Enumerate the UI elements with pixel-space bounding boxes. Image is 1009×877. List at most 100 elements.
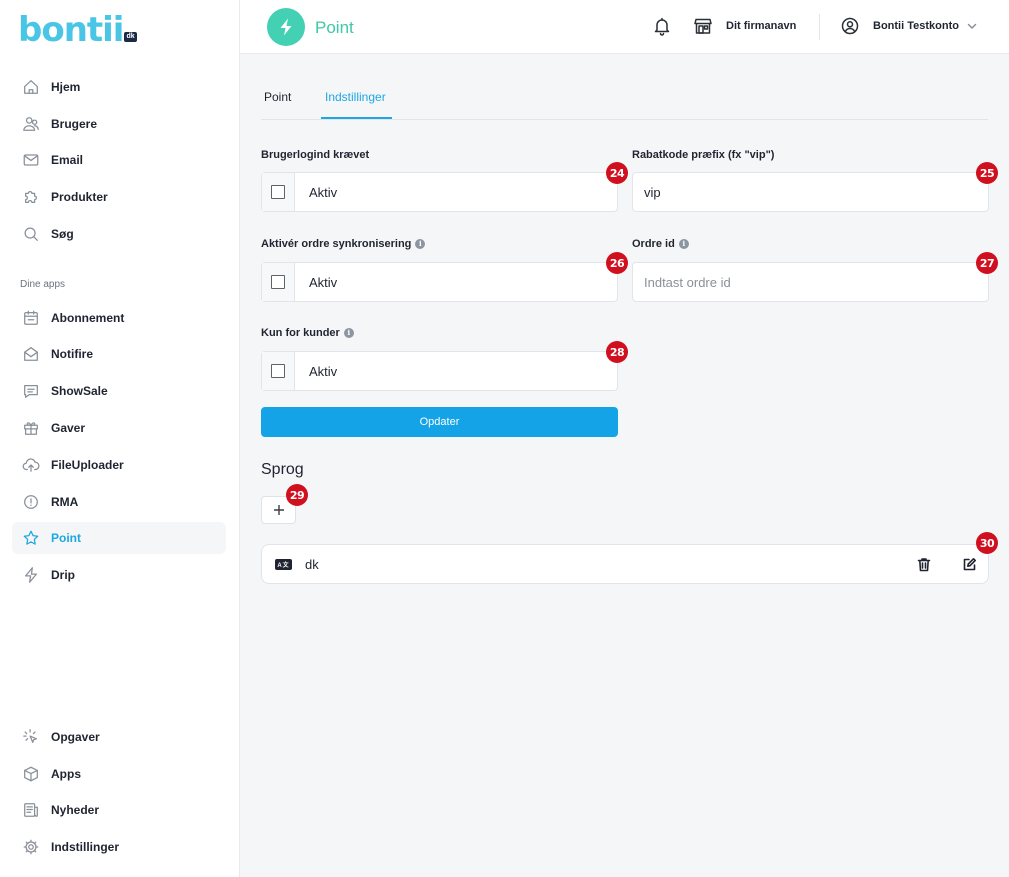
order-sync-text: Aktiv bbox=[309, 274, 338, 290]
annotation-badge: 29 bbox=[286, 484, 308, 506]
login-required-checkbox[interactable] bbox=[271, 185, 285, 199]
sidebar-item-email[interactable]: Email bbox=[12, 144, 226, 176]
search-icon bbox=[21, 224, 41, 244]
sidebar-item-label: Apps bbox=[51, 767, 81, 781]
trash-icon[interactable] bbox=[917, 557, 931, 572]
active-tab-underline bbox=[321, 117, 392, 119]
order-id-label: Ordre id i bbox=[632, 238, 689, 250]
chat-icon bbox=[21, 381, 41, 401]
user-menu[interactable]: Bontii Testkonto bbox=[873, 20, 959, 32]
cloud-upload-icon bbox=[21, 455, 41, 475]
sidebar-item-gaver[interactable]: Gaver bbox=[12, 412, 226, 444]
sidebar-item-notifire[interactable]: Notifire bbox=[12, 338, 226, 370]
info-icon[interactable]: i bbox=[678, 239, 689, 249]
discount-prefix-label: Rabatkode præfix (fx "vip") bbox=[632, 149, 775, 161]
sidebar-item-label: RMA bbox=[51, 495, 79, 509]
login-required-field[interactable]: Aktiv bbox=[261, 172, 618, 212]
sidebar-item-label: Søg bbox=[51, 227, 74, 241]
tab-bar: Point Indstillinger bbox=[261, 76, 988, 120]
sidebar-item-label: Email bbox=[51, 153, 84, 167]
languages-title: Sprog bbox=[261, 461, 304, 478]
language-row: A文 dk bbox=[261, 544, 989, 584]
chevron-down-icon[interactable] bbox=[966, 20, 978, 32]
sidebar-item-nyheder[interactable]: Nyheder bbox=[12, 794, 226, 826]
sidebar-item-soeg[interactable]: Søg bbox=[12, 218, 226, 250]
store-icon[interactable] bbox=[693, 16, 713, 36]
sidebar-item-rma[interactable]: RMA bbox=[12, 486, 226, 518]
plus-icon bbox=[273, 505, 284, 515]
sidebar-item-label: Indstillinger bbox=[51, 840, 120, 854]
puzzle-icon bbox=[21, 187, 41, 207]
gear-icon bbox=[21, 837, 41, 857]
login-required-label: Brugerlogind krævet bbox=[261, 149, 370, 161]
info-icon[interactable]: i bbox=[343, 328, 354, 338]
home-icon bbox=[21, 77, 41, 97]
newspaper-icon bbox=[21, 800, 41, 820]
sidebar-item-fileuploader[interactable]: FileUploader bbox=[12, 449, 226, 481]
star-icon bbox=[21, 528, 41, 548]
customers-only-label: Kun for kunder i bbox=[261, 327, 354, 339]
order-sync-label: Aktivér ordre synkronisering i bbox=[261, 238, 426, 250]
users-icon bbox=[21, 114, 41, 134]
sidebar-item-label: Drip bbox=[51, 568, 75, 582]
sidebar-item-point[interactable]: Point bbox=[12, 522, 226, 554]
sidebar-item-label: Abonnement bbox=[51, 311, 125, 325]
sidebar-item-hjem[interactable]: Hjem bbox=[12, 71, 226, 103]
translate-icon: A文 bbox=[275, 559, 292, 570]
sidebar-item-label: Notifire bbox=[51, 347, 93, 361]
sidebar-item-produkter[interactable]: Produkter bbox=[12, 181, 226, 213]
sidebar-item-label: ShowSale bbox=[51, 384, 108, 398]
header-divider bbox=[819, 14, 820, 40]
order-id-input[interactable]: Indtast ordre id bbox=[632, 262, 989, 302]
sidebar-item-apps[interactable]: Apps bbox=[12, 758, 226, 790]
edit-icon[interactable] bbox=[962, 557, 977, 572]
bolt-icon bbox=[21, 565, 41, 585]
order-sync-checkbox[interactable] bbox=[271, 275, 285, 289]
order-sync-field[interactable]: Aktiv bbox=[261, 262, 618, 302]
annotation-badge: 27 bbox=[976, 252, 998, 274]
tab-indstillinger[interactable]: Indstillinger bbox=[325, 90, 386, 104]
tab-point[interactable]: Point bbox=[264, 90, 291, 104]
annotation-badge: 26 bbox=[606, 252, 628, 274]
bontii-logo[interactable]: bontii dk bbox=[18, 10, 137, 50]
discount-prefix-input[interactable]: vip bbox=[632, 172, 989, 212]
sidebar-item-label: Point bbox=[51, 531, 81, 545]
sidebar-item-drip[interactable]: Drip bbox=[12, 559, 226, 591]
envelope-open-icon bbox=[21, 344, 41, 364]
top-header: Point Dit firmanavn Bontii Testkonto bbox=[240, 0, 1009, 54]
logo-text: bontii bbox=[18, 10, 124, 50]
sidebar-item-label: Hjem bbox=[51, 80, 81, 94]
sidebar-item-indstillinger[interactable]: Indstillinger bbox=[12, 831, 226, 863]
sidebar-item-label: Produkter bbox=[51, 190, 108, 204]
sidebar-item-showsale[interactable]: ShowSale bbox=[12, 375, 226, 407]
info-icon[interactable]: i bbox=[415, 239, 426, 249]
bolt-icon bbox=[267, 8, 305, 46]
sidebar-item-label: FileUploader bbox=[51, 458, 124, 472]
company-name[interactable]: Dit firmanavn bbox=[726, 20, 796, 32]
user-circle-icon[interactable] bbox=[840, 16, 860, 36]
sidebar: bontii dk Hjem Brugere Email Produkter S… bbox=[0, 0, 240, 877]
sidebar-item-label: Gaver bbox=[51, 421, 86, 435]
customers-only-field[interactable]: Aktiv bbox=[261, 351, 618, 391]
update-button[interactable]: Opdater bbox=[261, 407, 618, 437]
cube-icon bbox=[21, 764, 41, 784]
sidebar-item-opgaver[interactable]: Opgaver bbox=[12, 721, 226, 753]
annotation-badge: 25 bbox=[976, 162, 998, 184]
app-title: Point bbox=[315, 18, 354, 37]
sidebar-item-label: Opgaver bbox=[51, 730, 100, 744]
bell-icon[interactable] bbox=[652, 16, 672, 36]
mail-icon bbox=[21, 150, 41, 170]
annotation-badge: 28 bbox=[606, 341, 628, 363]
calendar-icon bbox=[21, 308, 41, 328]
logo-badge: dk bbox=[124, 32, 137, 42]
sidebar-item-brugere[interactable]: Brugere bbox=[12, 108, 226, 140]
customers-only-text: Aktiv bbox=[309, 363, 338, 379]
sidebar-item-abonnement[interactable]: Abonnement bbox=[12, 302, 226, 334]
cursor-click-icon bbox=[21, 727, 41, 747]
customers-only-checkbox[interactable] bbox=[271, 364, 285, 378]
language-code: dk bbox=[305, 557, 319, 572]
gift-icon bbox=[21, 418, 41, 438]
sidebar-item-label: Brugere bbox=[51, 117, 98, 131]
apps-section-label: Dine apps bbox=[20, 279, 66, 290]
sidebar-item-label: Nyheder bbox=[51, 803, 100, 817]
